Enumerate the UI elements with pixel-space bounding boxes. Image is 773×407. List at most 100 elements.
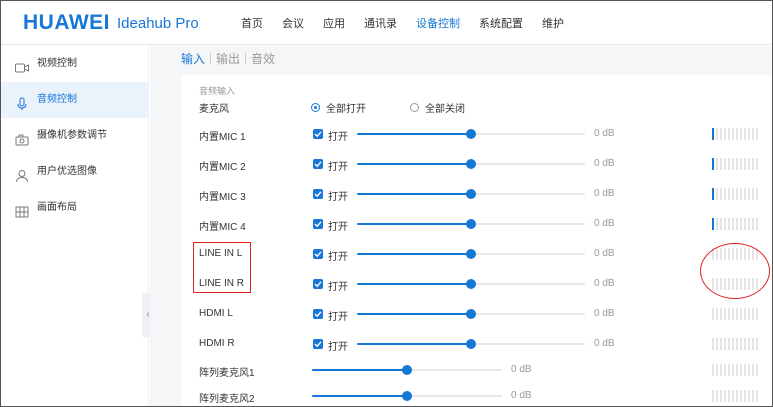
gain-slider[interactable] [357, 249, 585, 259]
nav-item-1[interactable]: 会议 [282, 1, 304, 45]
sidebar-item-0[interactable]: 视频控制 [1, 46, 148, 82]
sidebar-item-label: 视频控制 [37, 58, 77, 69]
nav-item-2[interactable]: 应用 [323, 1, 345, 45]
product-name: Ideahub Pro [117, 15, 199, 32]
level-meter-segment [752, 364, 754, 376]
slider-fill [357, 283, 471, 285]
slider-thumb[interactable] [402, 365, 412, 375]
slider-thumb[interactable] [466, 309, 476, 319]
gain-db-value: 0 dB [594, 338, 615, 349]
slider-thumb[interactable] [466, 129, 476, 139]
level-meter-segment [736, 218, 738, 230]
enable-checkbox[interactable] [313, 249, 323, 259]
gain-slider[interactable] [357, 189, 585, 199]
level-meter-segment [740, 218, 742, 230]
brand-logo: HUAWEI [23, 11, 110, 34]
level-meter-segment [716, 364, 718, 376]
slider-thumb[interactable] [466, 219, 476, 229]
level-meter-segment [752, 188, 754, 200]
slider-thumb[interactable] [466, 249, 476, 259]
annotation-rectangle [193, 242, 251, 293]
level-meter-segment [732, 390, 734, 402]
level-meter-segment [748, 188, 750, 200]
gain-slider[interactable] [357, 159, 585, 169]
level-meter-segment [712, 338, 714, 350]
tab-0[interactable]: 输入 [181, 50, 205, 67]
gain-slider[interactable] [357, 309, 585, 319]
sidebar-item-2[interactable]: 摄像机参数调节 [1, 118, 148, 154]
slider-thumb[interactable] [466, 189, 476, 199]
enable-checkbox-label: 打开 [328, 192, 348, 203]
mic-label: 麦克风 [199, 104, 229, 115]
level-meter-segment [748, 390, 750, 402]
level-meter-segment [752, 128, 754, 140]
level-meter-segment [720, 364, 722, 376]
enable-checkbox[interactable] [313, 189, 323, 199]
radio-all-on[interactable]: 全部打开 [311, 100, 366, 115]
slider-fill [357, 223, 471, 225]
enable-checkbox[interactable] [313, 219, 323, 229]
gain-slider[interactable] [357, 279, 585, 289]
slider-fill [312, 369, 407, 371]
level-meter-segment [736, 308, 738, 320]
gain-db-value: 0 dB [594, 218, 615, 229]
level-meter-segment [716, 338, 718, 350]
level-meter-segment [728, 308, 730, 320]
level-meter-segment [744, 218, 746, 230]
nav-item-5[interactable]: 系统配置 [479, 1, 523, 45]
enable-checkbox-label: 打开 [328, 312, 348, 323]
level-meter-segment [724, 188, 726, 200]
enable-checkbox[interactable] [313, 129, 323, 139]
nav-item-0[interactable]: 首页 [241, 1, 263, 45]
sidebar: 视频控制音频控制 摄像机参数调节 用户优选图像 画面布局 [1, 46, 149, 406]
level-meter-segment [728, 158, 730, 170]
top-header: HUAWEI Ideahub Pro 首页 会议 应用 通讯录 设备控制 系统配置 维护 [1, 1, 772, 45]
array-gain-slider[interactable] [312, 365, 502, 375]
sidebar-item-4[interactable]: 画面布局 [1, 190, 148, 226]
level-meter-segment [724, 218, 726, 230]
tab-2[interactable]: 音效 [251, 50, 275, 67]
level-meter-segment [736, 128, 738, 140]
nav-item-6[interactable]: 维护 [542, 1, 564, 45]
level-meter-segment [756, 128, 758, 140]
level-meter-segment [724, 128, 726, 140]
slider-thumb[interactable] [466, 159, 476, 169]
slider-thumb[interactable] [466, 279, 476, 289]
gain-slider[interactable] [357, 129, 585, 139]
level-meter-segment [756, 158, 758, 170]
enable-checkbox[interactable] [313, 279, 323, 289]
array-gain-slider[interactable] [312, 391, 502, 401]
level-meter-segment [728, 128, 730, 140]
level-meter-segment [740, 158, 742, 170]
enable-checkbox[interactable] [313, 339, 323, 349]
level-meter-segment [724, 308, 726, 320]
gain-slider[interactable] [357, 219, 585, 229]
level-meter-segment [712, 128, 714, 140]
slider-fill [357, 343, 471, 345]
sidebar-item-1[interactable]: 音频控制 [1, 82, 148, 118]
level-meter-segment [736, 390, 738, 402]
radio-all-on-indicator [311, 103, 320, 112]
tab-1[interactable]: 输出 [216, 50, 240, 67]
slider-fill [357, 193, 471, 195]
level-meter-segment [712, 218, 714, 230]
channel-name: 内置MIC 3 [199, 192, 246, 203]
gain-slider[interactable] [357, 339, 585, 349]
level-meter [712, 128, 760, 140]
level-meter-segment [748, 364, 750, 376]
level-meter [712, 158, 760, 170]
level-meter-segment [716, 188, 718, 200]
level-meter-segment [752, 218, 754, 230]
slider-thumb[interactable] [402, 391, 412, 401]
level-meter [712, 308, 760, 320]
enable-checkbox[interactable] [313, 159, 323, 169]
radio-all-off[interactable]: 全部关闭 [410, 100, 465, 115]
nav-item-3[interactable]: 通讯录 [364, 1, 397, 45]
enable-checkbox[interactable] [313, 309, 323, 319]
sidebar-item-3[interactable]: 用户优选图像 [1, 154, 148, 190]
slider-thumb[interactable] [466, 339, 476, 349]
level-meter-segment [728, 218, 730, 230]
level-meter-segment [736, 338, 738, 350]
level-meter-segment [752, 308, 754, 320]
nav-item-4[interactable]: 设备控制 [416, 1, 460, 45]
